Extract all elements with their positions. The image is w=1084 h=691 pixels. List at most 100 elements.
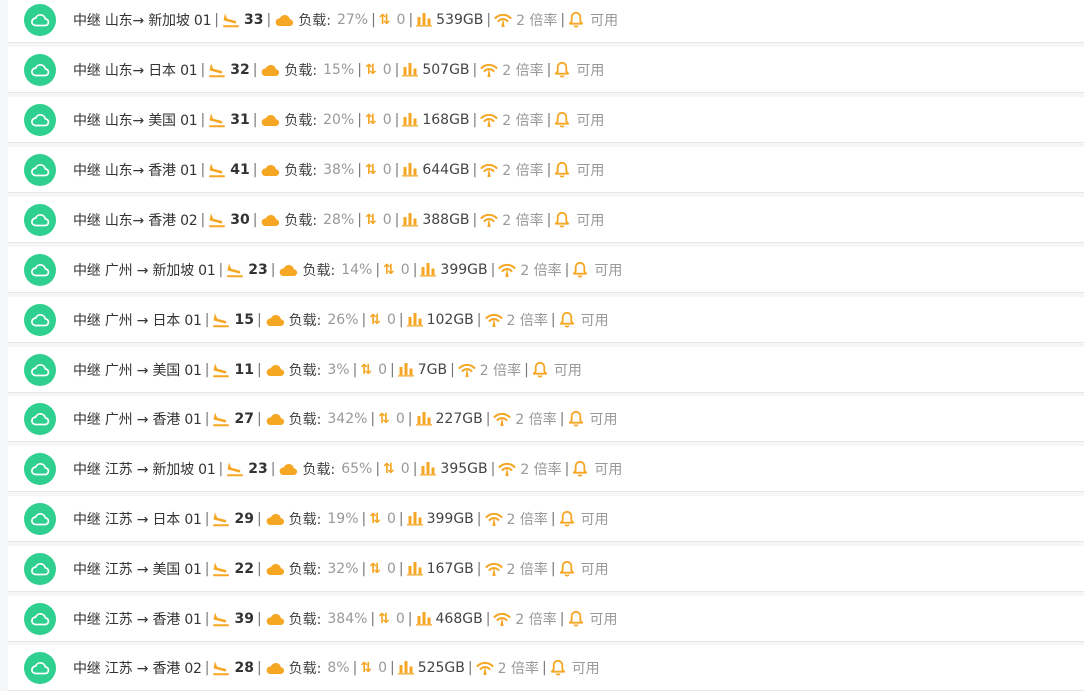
rate-value: 2 倍率	[502, 62, 544, 79]
cloud-icon	[260, 63, 280, 77]
plane-landing-icon	[208, 162, 226, 178]
node-row[interactable]: 中继 山东→ 美国 01 | 31 | 负载: 20% | ⇅ 0 | 168G…	[8, 97, 1084, 143]
separator: |	[486, 11, 492, 28]
load-label: 负载:	[288, 511, 322, 528]
load-value: 3%	[327, 361, 350, 378]
plane-landing-icon	[212, 660, 230, 676]
arrows-up-down-icon: ⇅	[378, 11, 391, 28]
rate-value: 2 倍率	[515, 411, 557, 428]
plane-landing-icon	[212, 312, 230, 328]
bell-icon	[568, 11, 584, 28]
node-row[interactable]: 中继 山东→ 香港 02 | 30 | 负载: 28% | ⇅ 0 | 388G…	[8, 197, 1084, 243]
user-count: 23	[248, 460, 268, 477]
status-text: 可用	[590, 12, 619, 29]
signal-icon	[494, 12, 512, 28]
signal-icon	[480, 62, 498, 78]
node-row[interactable]: 中继 广州 → 美国 01 | 11 | 负载: 3% | ⇅ 0 | 7GB …	[8, 347, 1084, 393]
separator: |	[490, 460, 496, 477]
load-value: 32%	[327, 560, 359, 577]
separator: |	[352, 659, 358, 676]
arrows-up-down-icon: ⇅	[364, 211, 377, 228]
separator: |	[252, 61, 258, 78]
connection-count: 0	[378, 659, 387, 676]
bell-icon	[554, 211, 570, 228]
separator: |	[357, 61, 362, 78]
separator: |	[485, 610, 491, 627]
node-row[interactable]: 中继 广州 → 香港 01 | 27 | 负载: 342% | ⇅ 0 | 22…	[8, 396, 1084, 442]
cloud-icon	[24, 502, 56, 535]
arrows-up-down-icon: ⇅	[383, 460, 395, 477]
status-text: 可用	[594, 461, 623, 478]
cloud-icon	[24, 303, 56, 336]
node-row[interactable]: 中继 山东→ 香港 01 | 41 | 负载: 38% | ⇅ 0 | 644G…	[8, 147, 1084, 193]
separator: |	[256, 510, 262, 527]
load-value: 20%	[323, 111, 355, 128]
status-text: 可用	[580, 511, 609, 528]
bar-chart-icon	[397, 660, 414, 675]
node-row[interactable]: 中继 广州 → 日本 01 | 15 | 负载: 26% | ⇅ 0 | 102…	[8, 297, 1084, 343]
load-value: 65%	[341, 460, 373, 477]
status-text: 可用	[580, 312, 609, 329]
signal-icon	[498, 461, 516, 477]
connection-count: 0	[382, 211, 392, 228]
cloud-icon	[24, 103, 56, 136]
node-row[interactable]: 中继 山东→ 新加坡 01 | 33 | 负载: 27% | ⇅ 0 | 539…	[8, 0, 1084, 43]
bar-chart-icon	[402, 212, 419, 227]
node-row[interactable]: 中继 江苏 → 美国 01 | 22 | 负载: 32% | ⇅ 0 | 167…	[8, 546, 1084, 592]
separator: |	[204, 659, 210, 676]
node-row[interactable]: 中继 江苏 → 香港 01 | 39 | 负载: 384% | ⇅ 0 | 46…	[8, 596, 1084, 642]
separator: |	[204, 361, 210, 378]
arrows-up-down-icon: ⇅	[360, 361, 373, 378]
separator: |	[546, 61, 552, 78]
traffic-value: 399GB	[426, 510, 474, 527]
signal-icon	[485, 511, 503, 527]
cloud-icon	[265, 562, 285, 576]
arrows-up-down-icon: ⇅	[369, 510, 381, 527]
connection-count: 0	[386, 560, 396, 577]
connection-count: 0	[378, 361, 387, 378]
separator: |	[472, 61, 478, 78]
cloud-icon	[24, 253, 56, 286]
separator: |	[550, 560, 556, 577]
separator: |	[256, 410, 262, 427]
load-label: 负载:	[298, 12, 331, 29]
separator: |	[357, 161, 362, 178]
arrows-up-down-icon: ⇅	[378, 610, 390, 627]
cloud-icon	[24, 353, 56, 386]
separator: |	[357, 211, 362, 228]
separator: |	[559, 610, 565, 627]
signal-icon	[480, 162, 498, 178]
connection-count: 0	[395, 410, 405, 427]
separator: |	[550, 510, 556, 527]
node-row[interactable]: 中继 江苏 → 新加坡 01 | 23 | 负载: 65% | ⇅ 0 | 39…	[8, 446, 1084, 492]
separator: |	[357, 111, 362, 128]
separator: |	[371, 11, 376, 28]
node-row[interactable]: 中继 广州 → 新加坡 01 | 23 | 负载: 14% | ⇅ 0 | 39…	[8, 247, 1084, 293]
bell-icon	[572, 261, 588, 278]
cloud-icon	[265, 412, 285, 426]
node-row[interactable]: 中继 江苏 → 香港 02 | 28 | 负载: 8% | ⇅ 0 | 525G…	[8, 645, 1084, 691]
plane-landing-icon	[212, 561, 230, 577]
separator: |	[204, 510, 210, 527]
signal-icon	[476, 660, 494, 676]
bell-icon	[550, 659, 566, 676]
bell-icon	[554, 61, 570, 78]
separator: |	[200, 161, 206, 178]
node-row[interactable]: 中继 江苏 → 日本 01 | 29 | 负载: 19% | ⇅ 0 | 399…	[8, 496, 1084, 542]
arrows-up-down-icon: ⇅	[364, 111, 377, 128]
separator: |	[398, 311, 404, 328]
separator: |	[200, 211, 206, 228]
plane-landing-icon	[208, 212, 226, 228]
user-count: 31	[230, 111, 250, 128]
cloud-icon	[278, 263, 298, 277]
arrows-up-down-icon: ⇅	[369, 560, 381, 577]
separator: |	[361, 510, 367, 527]
separator: |	[252, 111, 258, 128]
separator: |	[361, 311, 367, 328]
load-label: 负载:	[284, 112, 318, 129]
plane-landing-icon	[226, 461, 244, 477]
user-count: 39	[234, 610, 254, 627]
status-text: 可用	[576, 62, 605, 79]
separator: |	[408, 11, 414, 28]
node-row[interactable]: 中继 山东→ 日本 01 | 32 | 负载: 15% | ⇅ 0 | 507G…	[8, 47, 1084, 93]
